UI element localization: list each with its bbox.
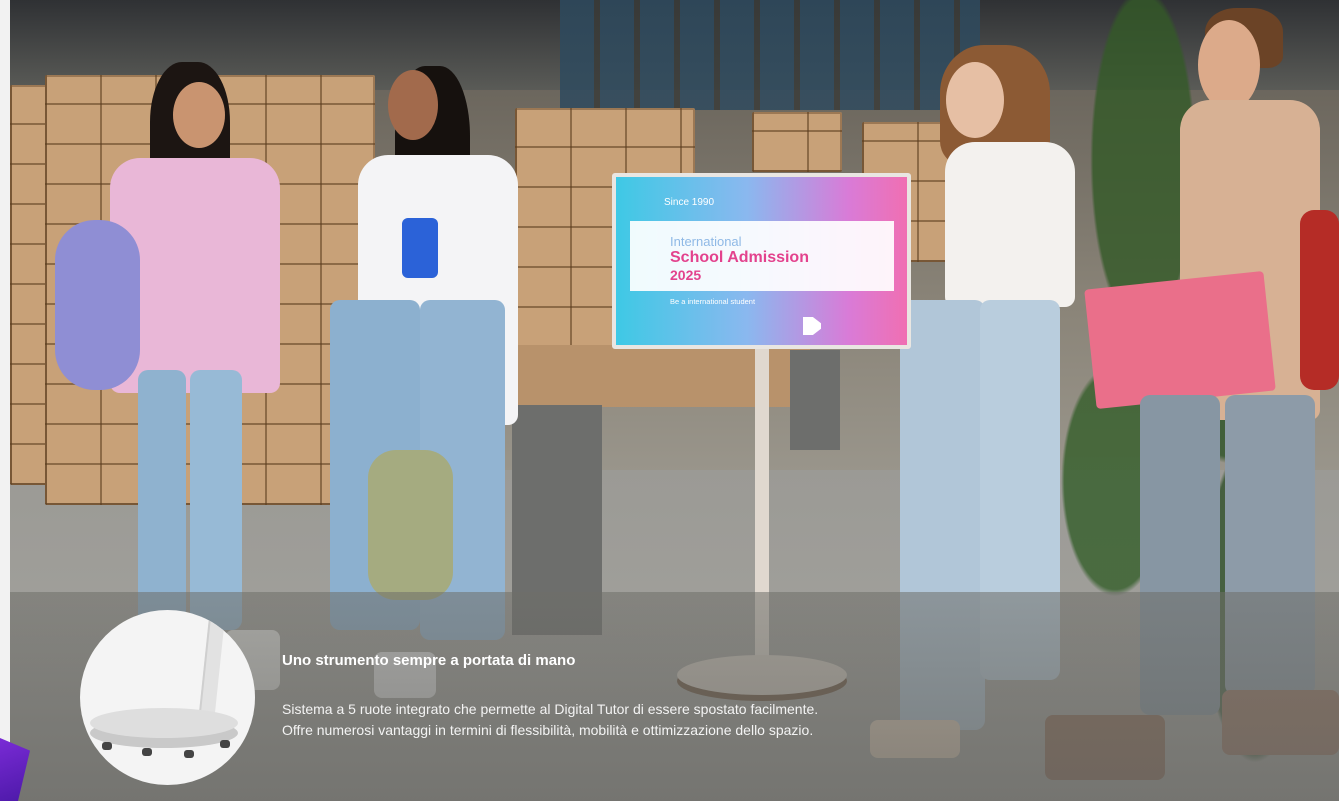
screen-title-line2: School Admission: [670, 249, 809, 266]
wheel-icon: [102, 742, 112, 750]
caption-title: Uno strumento sempre a portata di mano: [282, 652, 576, 669]
card-catalog-cabinet: [752, 112, 842, 172]
digital-tutor-screen: Since 1990 International School Admissio…: [612, 173, 911, 349]
screen-title-line1: International: [670, 234, 742, 249]
desk-leg: [790, 350, 840, 450]
screen-title-card: International School Admission 2025: [630, 221, 894, 291]
stand-pole: [198, 610, 226, 720]
wheel-icon: [220, 740, 230, 748]
stand-base: [90, 708, 238, 738]
screen-subline: Be a international student: [670, 297, 756, 306]
caption-line-1: Sistema a 5 ruote integrato che permette…: [282, 701, 819, 717]
screen-since-text: Since 1990: [664, 197, 715, 208]
page-left-edge: [0, 0, 10, 801]
wheel-icon: [142, 748, 152, 756]
screen-title-line3: 2025: [670, 267, 702, 283]
wheel-icon: [184, 750, 194, 758]
background-windows: [560, 0, 980, 110]
caption-line-2: Offre numerosi vantaggi in termini di fl…: [282, 722, 814, 738]
caption-description: Sistema a 5 ruote integrato che permette…: [282, 699, 818, 741]
brand-logo-icon: [803, 317, 821, 335]
wheel-base-inset: [80, 610, 255, 785]
